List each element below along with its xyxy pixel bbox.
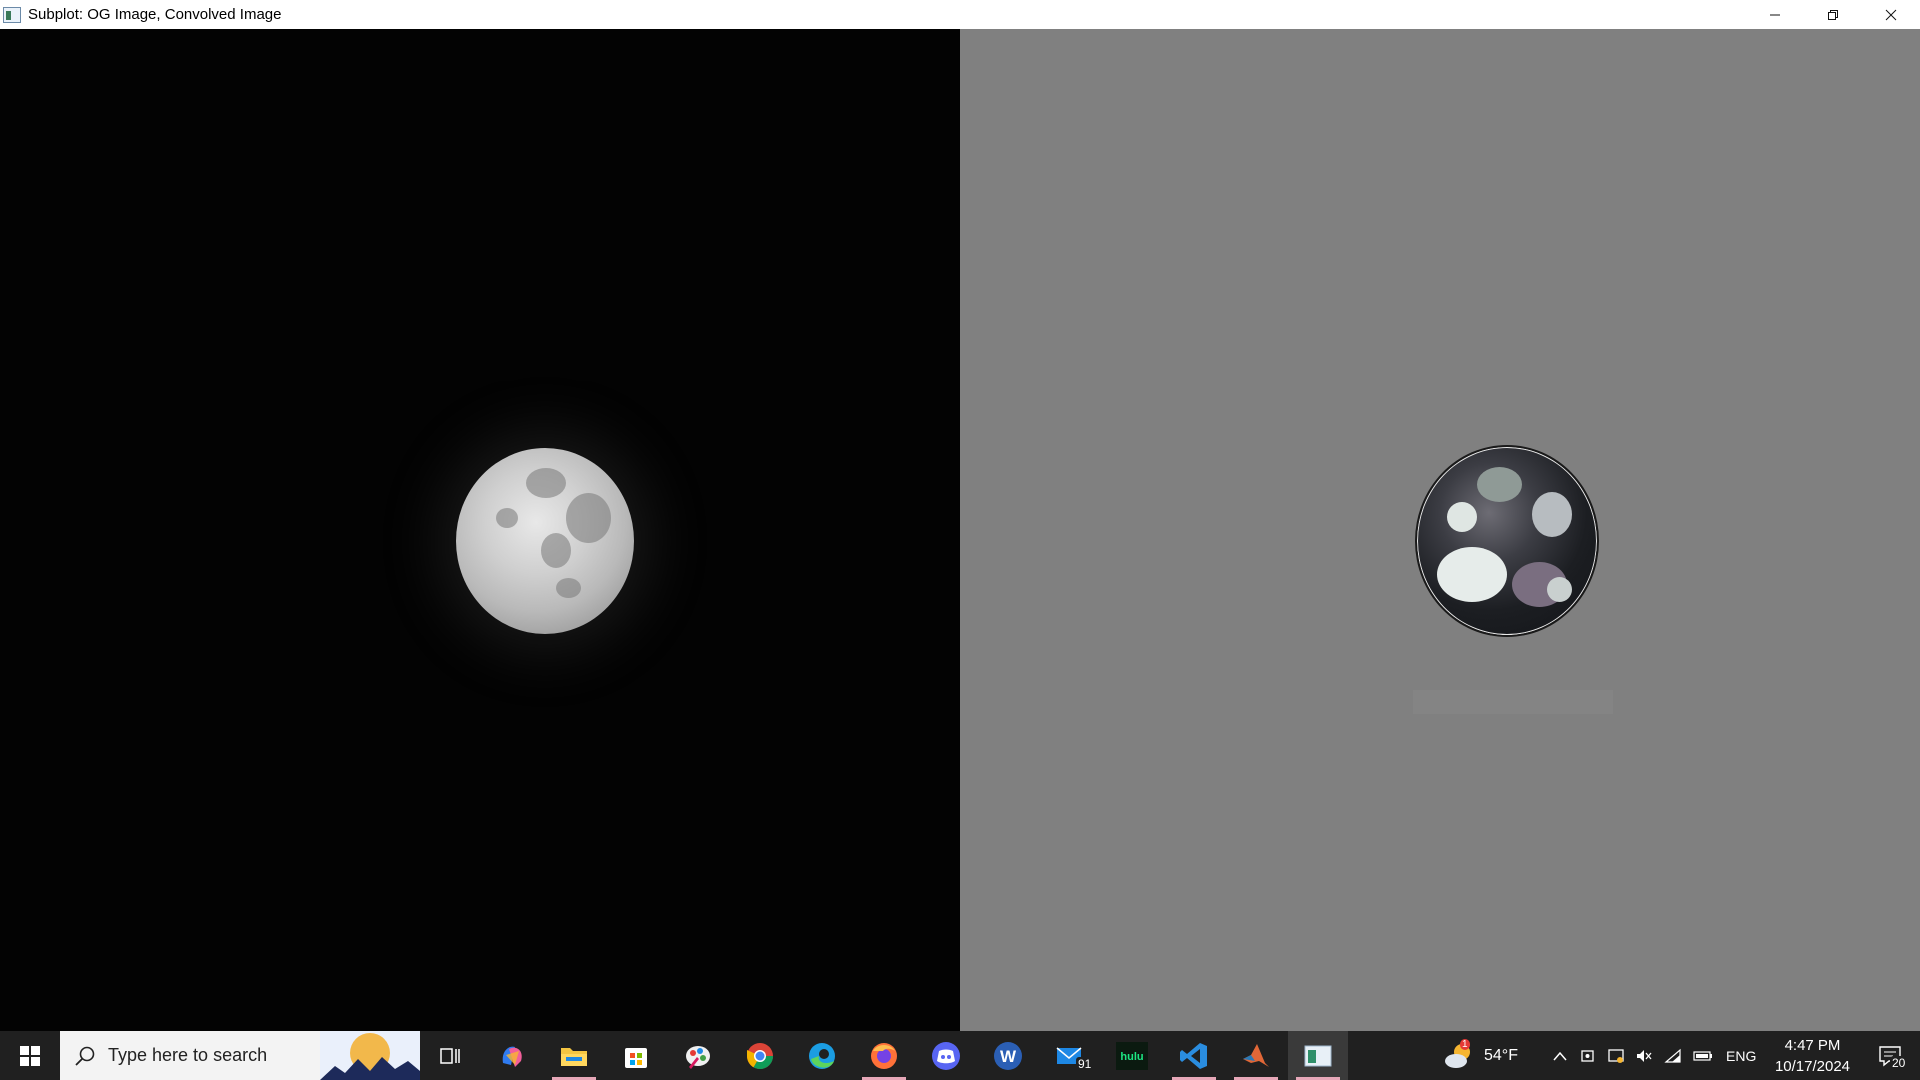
- moon-mare: [566, 493, 611, 543]
- camera-icon: [1581, 1049, 1594, 1062]
- task-view-icon: [440, 1047, 460, 1064]
- highlight-blob: [1447, 502, 1477, 532]
- firefox-button[interactable]: [854, 1031, 914, 1080]
- battery-icon: [1693, 1050, 1712, 1061]
- clock-date-button[interactable]: 4:47 PM 10/17/2024: [1770, 1035, 1855, 1077]
- search-highlight-art: [320, 1031, 420, 1080]
- figure-window: Subplot: OG Image, Convolved Image: [0, 0, 1920, 1031]
- search-placeholder: Type here to search: [108, 1045, 268, 1065]
- battery-button[interactable]: [1688, 1050, 1718, 1062]
- chrome-button[interactable]: [730, 1031, 790, 1080]
- show-hidden-icons-button[interactable]: [1546, 1051, 1574, 1061]
- system-tray: ENG: [1546, 1031, 1756, 1080]
- copilot-button[interactable]: [482, 1031, 542, 1080]
- search-icon: [75, 1046, 95, 1066]
- active-window-icon: [1304, 1045, 1332, 1066]
- restore-button[interactable]: [1804, 0, 1862, 29]
- vscode-button[interactable]: [1164, 1031, 1224, 1080]
- taskbar: Type here to search W 91 hulu 1 54°F ENG…: [0, 1031, 1920, 1080]
- moon-mare: [526, 468, 566, 498]
- weather-cloud-sun-icon: [1445, 1043, 1470, 1068]
- chrome-icon: [746, 1042, 774, 1069]
- highlight-blob: [1547, 577, 1572, 602]
- minimize-button[interactable]: [1746, 0, 1804, 29]
- title-bar[interactable]: Subplot: OG Image, Convolved Image: [0, 0, 1920, 29]
- paint-button[interactable]: [668, 1031, 728, 1080]
- volume-button[interactable]: [1630, 1048, 1658, 1064]
- notification-count-badge: 20: [1890, 1056, 1908, 1070]
- tray-meet-button[interactable]: [1574, 1048, 1602, 1064]
- tray-security-button[interactable]: [1602, 1048, 1630, 1064]
- microsoft-store-button[interactable]: [606, 1031, 666, 1080]
- firefox-icon: [871, 1042, 897, 1069]
- wifi-button[interactable]: [1658, 1048, 1688, 1064]
- weather-temperature: 54°F: [1484, 1046, 1518, 1064]
- wifi-icon: [1664, 1048, 1681, 1063]
- notification-center-button[interactable]: 20: [1860, 1031, 1920, 1080]
- discord-icon: [932, 1041, 960, 1070]
- convolved-image-pane: [960, 29, 1920, 1031]
- input-language-indicator[interactable]: ENG: [1726, 1048, 1756, 1064]
- active-figure-window-button[interactable]: [1288, 1031, 1348, 1080]
- highlight-blob: [1477, 467, 1522, 502]
- copilot-icon: [502, 1046, 522, 1067]
- file-explorer-icon: [561, 1047, 587, 1066]
- hulu-icon: hulu: [1116, 1041, 1148, 1070]
- moon-mare: [556, 578, 581, 598]
- task-view-button[interactable]: [420, 1031, 480, 1080]
- highlight-blob: [1532, 492, 1572, 537]
- mail-button[interactable]: 91: [1040, 1031, 1100, 1080]
- paint-icon: [686, 1045, 710, 1069]
- restore-icon: [1828, 9, 1838, 20]
- figure-app-icon: [3, 6, 21, 23]
- microsoft-store-icon: [625, 1047, 647, 1068]
- mail-unread-badge: 91: [1076, 1057, 1094, 1071]
- clock-date: 10/17/2024: [1774, 1058, 1851, 1075]
- close-icon: [1885, 9, 1897, 20]
- file-explorer-button[interactable]: [544, 1031, 604, 1080]
- minimize-icon: [1770, 14, 1780, 15]
- moon-convolved-image: [1415, 445, 1599, 637]
- weather-widget[interactable]: 1 54°F: [1442, 1031, 1518, 1080]
- matlab-button[interactable]: [1226, 1031, 1286, 1080]
- word-button[interactable]: W: [978, 1031, 1038, 1080]
- moon-original-image: [456, 448, 634, 634]
- window-title: Subplot: OG Image, Convolved Image: [28, 6, 282, 23]
- hulu-button[interactable]: hulu: [1102, 1031, 1162, 1080]
- faint-overlay-tooltip: [1413, 690, 1613, 714]
- volume-muted-icon: [1637, 1049, 1652, 1062]
- start-button[interactable]: [0, 1031, 60, 1080]
- chevron-up-icon: [1553, 1051, 1567, 1060]
- clock-time: 4:47 PM: [1784, 1037, 1841, 1054]
- windows-start-icon: [20, 1045, 40, 1066]
- moon-mare: [541, 533, 571, 568]
- word-icon: W: [994, 1041, 1022, 1070]
- og-image-pane: [0, 29, 960, 1031]
- vscode-icon: [1180, 1042, 1207, 1069]
- highlight-blob: [1437, 547, 1507, 602]
- matlab-icon: [1243, 1043, 1269, 1067]
- svg-text:hulu: hulu: [1120, 1051, 1143, 1063]
- edge-button[interactable]: [792, 1031, 852, 1080]
- figure-content: [0, 29, 1920, 1031]
- window-controls: [1746, 0, 1920, 29]
- discord-button[interactable]: [916, 1031, 976, 1080]
- weather-alert-badge: 1: [1460, 1039, 1470, 1050]
- close-button[interactable]: [1862, 0, 1920, 29]
- taskbar-search-box[interactable]: Type here to search: [60, 1031, 420, 1080]
- moon-mare: [496, 508, 518, 528]
- svg-text:W: W: [1000, 1047, 1017, 1066]
- network-warning-icon: [1608, 1048, 1624, 1063]
- edge-icon: [809, 1042, 835, 1069]
